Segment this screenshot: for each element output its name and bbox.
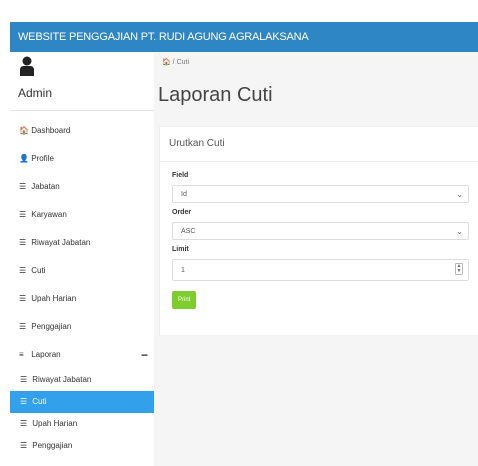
sidebar-item-laporan[interactable]: ≡ Laporan −: [10, 341, 154, 369]
chevron-down-icon: ⌄: [456, 227, 463, 236]
main-content: 🏠 / Cuti Laporan Cuti Urutkan Cuti Field…: [154, 52, 478, 466]
list-icon: ☰: [19, 238, 27, 247]
brand-title[interactable]: WEBSITE PENGGAJIAN PT. RUDI AGUNG AGRALA…: [10, 31, 309, 43]
limit-label: Limit: [172, 246, 189, 253]
list-icon: ☰: [19, 294, 27, 303]
home-icon: 🏠: [19, 126, 29, 135]
sidebar-item-label: Laporan: [31, 350, 61, 359]
print-button[interactable]: Print: [172, 291, 197, 309]
list-icon: ☰: [19, 182, 27, 191]
field-select[interactable]: Id ⌄: [172, 185, 469, 203]
sidebar-item-label: Dashboard: [31, 126, 71, 135]
submenu-item-label: Penggajian: [32, 441, 73, 450]
sidebar-item-profile[interactable]: 👤 Profile: [10, 145, 154, 173]
order-select[interactable]: ASC ⌄: [172, 222, 469, 240]
breadcrumb-current: Cuti: [176, 59, 190, 66]
sidebar-item-label: Riwayat Jabatan: [31, 238, 91, 247]
chevron-down-icon: ⌄: [456, 190, 463, 199]
user-icon: [20, 56, 34, 76]
list-icon: ☰: [19, 210, 27, 219]
submenu-item-penggajian[interactable]: ☰ Penggajian: [10, 435, 154, 457]
sidebar-item-penggajian[interactable]: ☰ Penggajian: [10, 313, 154, 341]
submenu-item-cuti[interactable]: ☰ Cuti: [10, 391, 154, 413]
home-icon[interactable]: 🏠: [162, 59, 171, 66]
breadcrumb: 🏠 / Cuti: [154, 52, 478, 74]
limit-input-value: 1: [181, 267, 185, 274]
field-label: Field: [172, 172, 189, 179]
sidebar-item-label: Cuti: [31, 266, 46, 275]
sidebar-item-upah-harian[interactable]: ☰ Upah Harian: [10, 285, 154, 313]
page-title: Laporan Cuti: [158, 84, 273, 106]
list-icon: ☰: [20, 375, 28, 384]
user-panel: Admin: [10, 52, 154, 111]
list-icon: ☰: [19, 266, 27, 275]
submenu-item-upah-harian[interactable]: ☰ Upah Harian: [10, 413, 154, 435]
order-label: Order: [172, 209, 192, 216]
collapse-icon[interactable]: −: [141, 341, 148, 369]
sidebar-item-dashboard[interactable]: 🏠 Dashboard: [10, 117, 154, 145]
sidebar-item-label: Karyawan: [31, 210, 67, 219]
list-icon: ☰: [19, 322, 27, 331]
sidebar-item-label: Penggajian: [31, 322, 72, 331]
limit-input[interactable]: 1 ▲ ▼: [172, 259, 469, 281]
sidebar-item-label: Profile: [31, 154, 54, 163]
sort-panel: Urutkan Cuti Field Id ⌄ Order ASC ⌄ Limi…: [159, 126, 478, 336]
sidebar-menu: 🏠 Dashboard 👤 Profile ☰ Jabatan ☰ Karyaw…: [10, 117, 154, 369]
sort-form: Field Id ⌄ Order ASC ⌄ Limit 1 ▲ ▼ Print: [160, 162, 478, 309]
laporan-submenu: ☰ Riwayat Jabatan ☰ Cuti ☰ Upah Harian ☰…: [10, 369, 154, 457]
spinner-icon[interactable]: ▲ ▼: [455, 263, 463, 275]
sidebar-item-riwayat-jabatan[interactable]: ☰ Riwayat Jabatan: [10, 229, 154, 257]
submenu-item-label: Cuti: [32, 397, 47, 406]
order-select-value: ASC: [181, 228, 196, 235]
list-icon: ☰: [20, 419, 28, 428]
sidebar-item-label: Jabatan: [31, 182, 60, 191]
sidebar-item-karyawan[interactable]: ☰ Karyawan: [10, 201, 154, 229]
submenu-item-label: Upah Harian: [32, 419, 78, 428]
sidebar-item-jabatan[interactable]: ☰ Jabatan: [10, 173, 154, 201]
menu-icon: ≡: [19, 350, 24, 359]
field-select-value: Id: [181, 191, 187, 198]
user-name: Admin: [18, 86, 53, 100]
submenu-item-riwayat-jabatan[interactable]: ☰ Riwayat Jabatan: [10, 369, 154, 391]
list-icon: ☰: [20, 441, 28, 450]
sidebar-item-cuti[interactable]: ☰ Cuti: [10, 257, 154, 285]
sidebar-item-label: Upah Harian: [31, 294, 77, 303]
panel-heading: Urutkan Cuti: [160, 127, 478, 162]
brand-title-left: WEBSITE PENGGAJIAN: [18, 31, 141, 43]
brand-title-right: PT. RUDI AGUNG AGRALAKSANA: [140, 31, 309, 43]
list-icon: ☰: [20, 397, 28, 406]
sidebar: Admin 🏠 Dashboard 👤 Profile ☰ Jabatan ☰ …: [10, 52, 154, 466]
top-navbar: WEBSITE PENGGAJIAN PT. RUDI AGUNG AGRALA…: [10, 22, 478, 52]
user-small-icon: 👤: [19, 154, 29, 163]
submenu-item-label: Riwayat Jabatan: [32, 375, 92, 384]
breadcrumb-separator: /: [172, 59, 175, 66]
